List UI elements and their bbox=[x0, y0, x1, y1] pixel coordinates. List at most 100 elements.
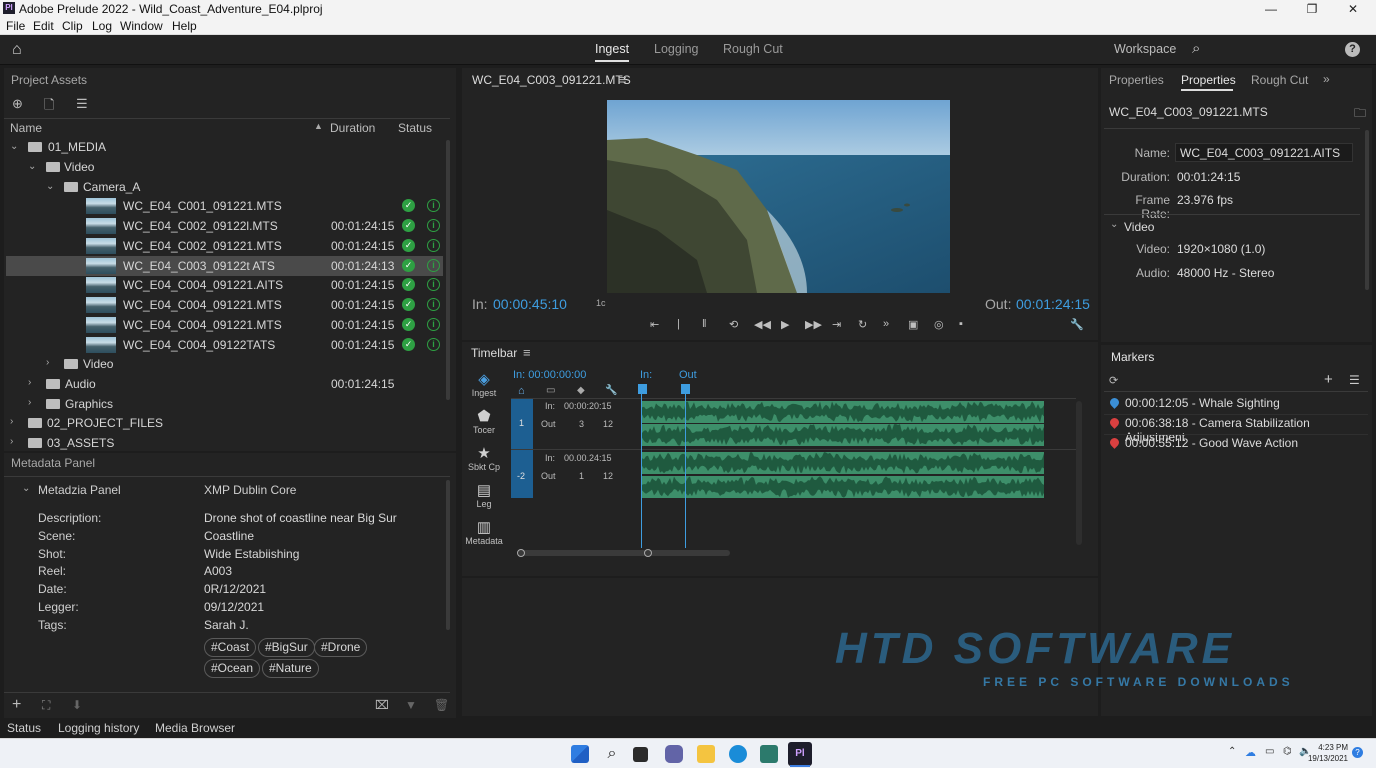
maximize-button[interactable]: ❐ bbox=[1289, 0, 1335, 18]
tag-small-icon[interactable]: ◆ bbox=[577, 385, 585, 396]
panel-menu-icon[interactable]: ≡ bbox=[523, 345, 531, 360]
list-view-icon[interactable]: ☰ bbox=[76, 96, 88, 112]
menu-file[interactable]: File bbox=[6, 19, 25, 33]
marker-item[interactable]: 00:06:38:18 - Camera Stabilization Adjus… bbox=[1108, 415, 1347, 444]
wrench-icon[interactable]: 🔧 bbox=[1070, 318, 1084, 331]
name-field[interactable]: WC_E04_C003_091221.AITS bbox=[1175, 143, 1353, 162]
info-icon[interactable]: i bbox=[427, 239, 440, 252]
metadata-description-value[interactable]: Drone shot of coastline near Big Sur bbox=[204, 511, 397, 525]
tab-properties-1[interactable]: Properties bbox=[1109, 73, 1164, 87]
tray-chevron-icon[interactable]: ⌃ bbox=[1228, 746, 1236, 757]
sort-icon[interactable]: ▲ bbox=[314, 121, 323, 131]
chevron-down-icon[interactable]: ⌄ bbox=[22, 483, 30, 494]
zoom-handle-left[interactable] bbox=[517, 549, 525, 557]
tab-properties-2[interactable]: Properties bbox=[1181, 73, 1236, 87]
clock-time[interactable]: 4:23 PM bbox=[1312, 743, 1348, 752]
out-marker-handle[interactable] bbox=[681, 384, 690, 394]
video-section-label[interactable]: Video bbox=[1124, 220, 1154, 234]
step-forward-icon[interactable]: ▶▶ bbox=[805, 318, 822, 331]
trash-icon[interactable]: 🗑 bbox=[434, 698, 449, 712]
column-status[interactable]: Status bbox=[398, 121, 432, 135]
minimize-button[interactable]: — bbox=[1248, 0, 1294, 18]
metadata-logger-value[interactable]: 09/12/2021 bbox=[204, 600, 264, 614]
menu-log[interactable]: Log bbox=[92, 19, 112, 33]
display-icon[interactable]: ▭ bbox=[1265, 746, 1274, 757]
tag-chip[interactable]: #Drone bbox=[314, 638, 368, 657]
timeline-v-scrollbar[interactable] bbox=[1076, 401, 1082, 545]
folder-row-graphics[interactable]: › Graphics bbox=[6, 394, 443, 414]
download-icon[interactable]: ⬇ bbox=[72, 698, 82, 712]
video-frame[interactable] bbox=[607, 100, 950, 293]
export-frame-icon[interactable]: ▣ bbox=[908, 318, 918, 331]
project-scrollbar[interactable] bbox=[446, 140, 450, 400]
clip-row[interactable]: WC_E04_C004_09122TATS 00:01:24:15 ✓ i bbox=[6, 335, 443, 355]
settings-icon[interactable]: ▪ bbox=[959, 318, 963, 330]
menu-clip[interactable]: Clip bbox=[62, 19, 83, 33]
metadata-reel-value[interactable]: A003 bbox=[204, 564, 232, 578]
audio-waveform[interactable] bbox=[642, 476, 1044, 498]
metadata-scene-value[interactable]: Coastline bbox=[204, 529, 254, 543]
teams-icon[interactable] bbox=[665, 745, 683, 763]
file-explorer-icon[interactable] bbox=[697, 745, 715, 763]
audio-waveform[interactable] bbox=[642, 424, 1044, 446]
menu-window[interactable]: Window bbox=[120, 19, 163, 33]
wrench-small-icon[interactable]: 🔧 bbox=[605, 385, 617, 396]
tab-rough-cut-panel[interactable]: Rough Cut bbox=[1251, 73, 1308, 87]
folder-open-icon[interactable]: 🗀 bbox=[1354, 104, 1366, 125]
chevron-right-icon[interactable]: › bbox=[46, 357, 49, 368]
home-icon[interactable]: ⌂ bbox=[12, 41, 22, 59]
clip-row-selected[interactable]: WC_E04_C003_09122t ATS 00:01:24:13 ✓ i bbox=[6, 256, 443, 276]
mark-in-icon[interactable]: | bbox=[677, 318, 680, 330]
edge-icon[interactable] bbox=[729, 745, 747, 763]
chevron-down-icon[interactable]: ⌄ bbox=[46, 181, 54, 192]
clip-row[interactable]: WC_E04_C002_09122l.MTS 00:01:24:15 ✓ i bbox=[6, 216, 443, 236]
go-to-out-icon[interactable]: ⇥ bbox=[832, 318, 841, 331]
marker-filter-icon[interactable]: ⟳ bbox=[1109, 374, 1118, 387]
clear-in-out-icon[interactable]: ⟲ bbox=[729, 318, 738, 331]
metadata-section-label[interactable]: Metadzia Panel bbox=[38, 483, 121, 497]
tab-logging[interactable]: Logging bbox=[654, 42, 699, 56]
chevron-down-icon[interactable]: ⌄ bbox=[10, 141, 18, 152]
tool-metadata[interactable]: ▥ Metadata bbox=[463, 518, 505, 546]
network-icon[interactable]: ⌬ bbox=[1283, 746, 1292, 757]
tab-rough-cut[interactable]: Rough Cut bbox=[723, 42, 783, 56]
close-button[interactable]: ✕ bbox=[1330, 0, 1376, 18]
panel-menu-icon[interactable]: ≡ bbox=[619, 72, 627, 87]
tool-subclip[interactable]: ★ Sbkt Cp bbox=[463, 444, 505, 472]
chevron-right-icon[interactable]: › bbox=[28, 397, 31, 408]
clip-icon[interactable]: ▭ bbox=[546, 385, 555, 396]
play-icon[interactable]: ▶ bbox=[781, 318, 789, 331]
zoom-handle-right[interactable] bbox=[644, 549, 652, 557]
info-icon[interactable]: i bbox=[427, 318, 440, 331]
playback-rate[interactable]: 1c bbox=[596, 298, 606, 308]
info-icon[interactable]: i bbox=[427, 259, 440, 272]
info-icon[interactable]: i bbox=[427, 219, 440, 232]
tag-chip[interactable]: #Ocean bbox=[204, 659, 261, 678]
column-name[interactable]: Name bbox=[10, 121, 42, 135]
tag-chip[interactable]: #BigSur bbox=[258, 638, 315, 657]
folder-row-project-files[interactable]: › 02_PROJECT_FILES bbox=[6, 413, 443, 433]
in-timecode[interactable]: 00:00:45:10 bbox=[493, 296, 567, 312]
mark-out-icon[interactable]: ‖ bbox=[702, 318, 707, 330]
task-view-icon[interactable] bbox=[633, 747, 648, 762]
loop-icon[interactable]: ↻ bbox=[858, 318, 867, 331]
clock-date[interactable]: 19/13/2021 bbox=[1298, 754, 1348, 763]
info-icon[interactable]: i bbox=[427, 338, 440, 351]
new-file-icon[interactable]: 🗋 bbox=[44, 96, 54, 118]
track-in-timecode[interactable]: 00.00.24:15 bbox=[564, 453, 612, 463]
filter-icon[interactable]: ▼ bbox=[405, 698, 417, 712]
shuttle-icon[interactable]: » bbox=[883, 318, 889, 330]
go-to-in-icon[interactable]: ⇤ bbox=[650, 318, 659, 331]
in-marker-handle[interactable] bbox=[638, 384, 647, 394]
info-icon[interactable]: i bbox=[427, 298, 440, 311]
home-track-icon[interactable]: ⌂ bbox=[518, 385, 525, 397]
timeline-h-scrollbar[interactable] bbox=[518, 550, 730, 556]
track-in-timecode[interactable]: 00:00:20:15 bbox=[564, 401, 612, 411]
clip-row[interactable]: WC_E04_C004_091221.AITS 00:01:24:15 ✓ i bbox=[6, 275, 443, 295]
properties-scrollbar[interactable] bbox=[1365, 130, 1369, 290]
tag-chip[interactable]: #Nature bbox=[262, 659, 319, 678]
chevron-right-icon[interactable]: › bbox=[10, 436, 13, 447]
search-taskbar-icon[interactable]: ⌕ bbox=[603, 745, 621, 763]
menu-help[interactable]: Help bbox=[172, 19, 197, 33]
column-duration[interactable]: Duration bbox=[330, 121, 375, 135]
